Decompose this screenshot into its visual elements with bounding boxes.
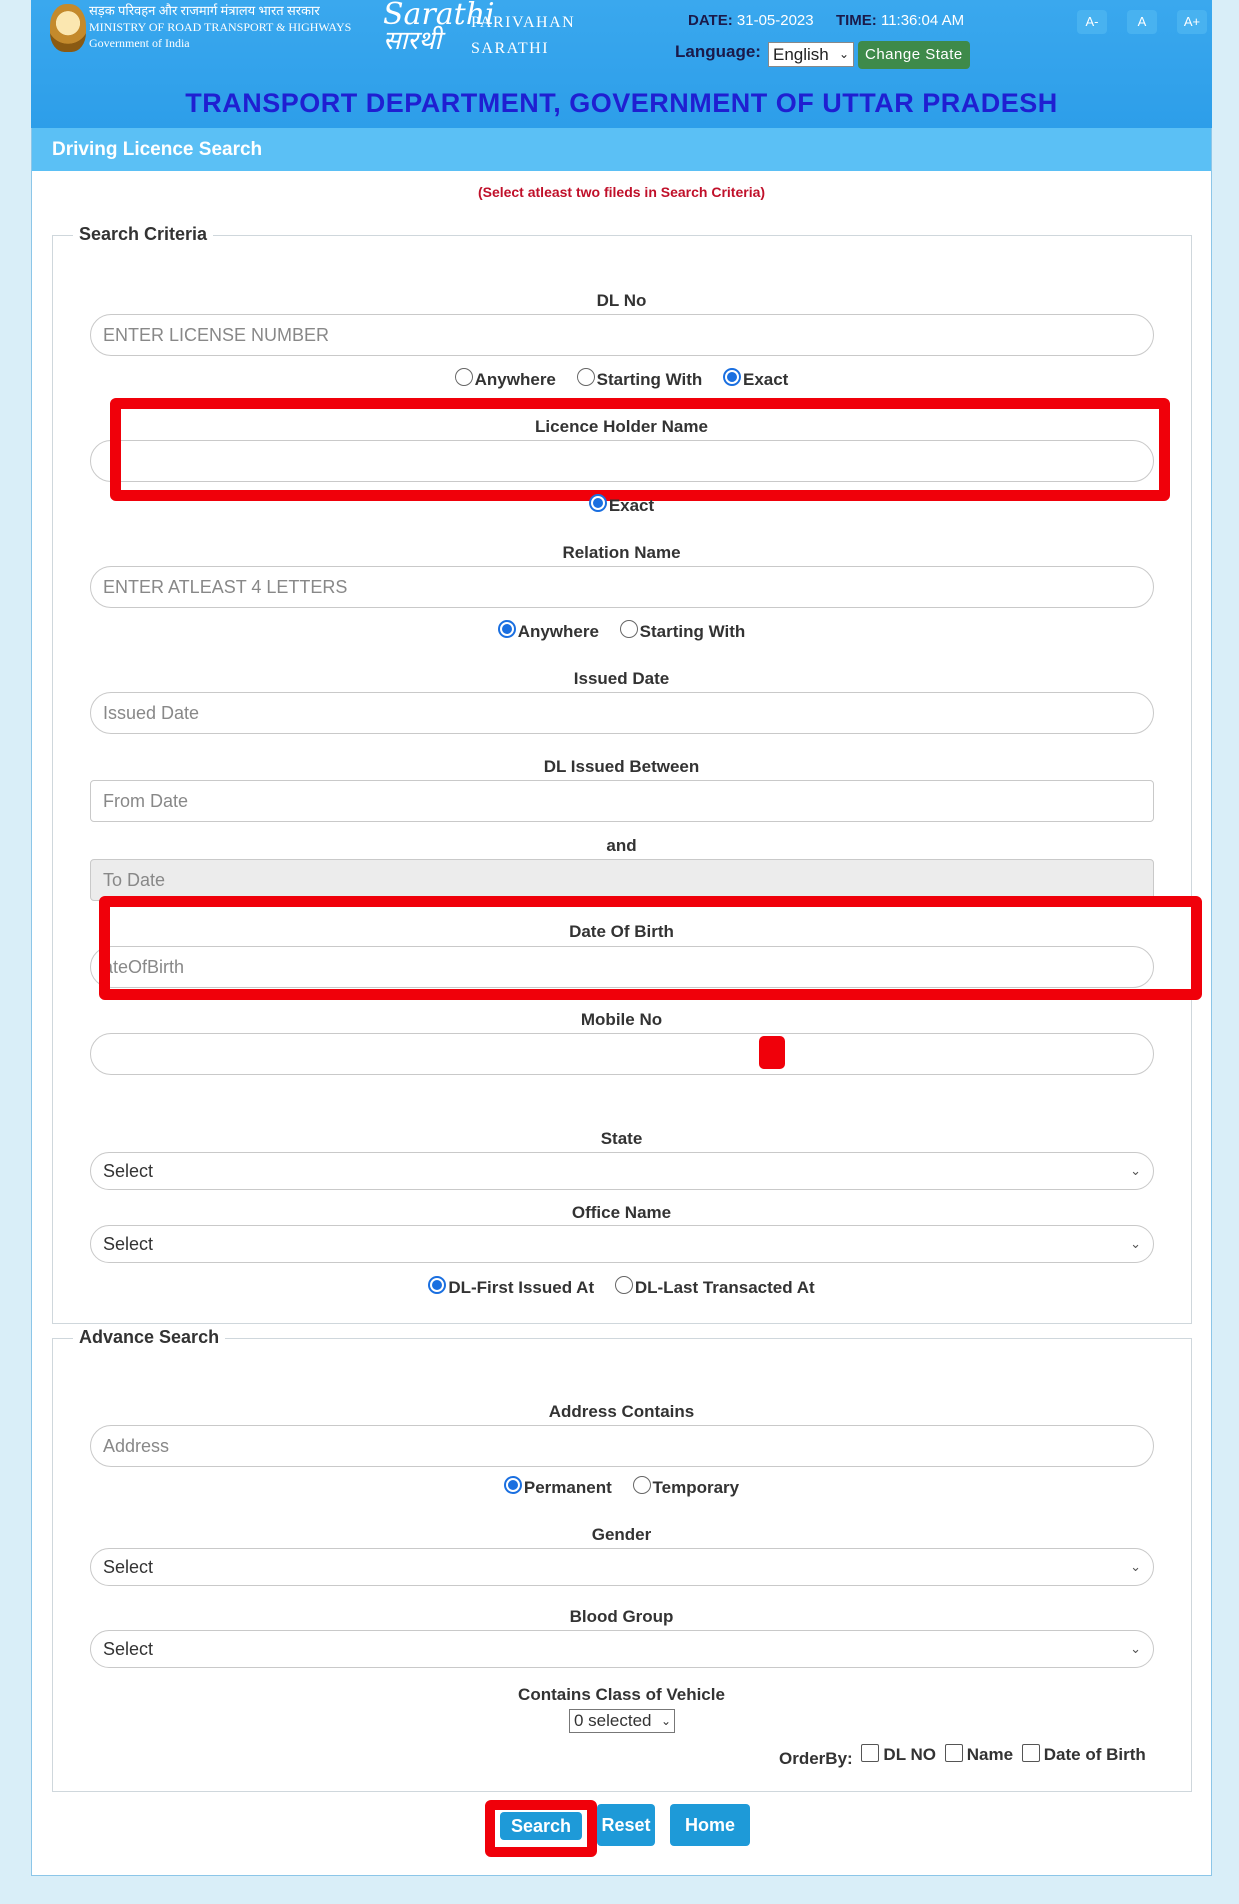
issued-date-input[interactable]: Issued Date bbox=[90, 692, 1154, 734]
ministry-english: MINISTRY OF ROAD TRANSPORT & HIGHWAYS bbox=[89, 20, 352, 34]
change-state-button[interactable]: Change State bbox=[858, 41, 970, 69]
and-label: and bbox=[606, 836, 637, 855]
order-by: OrderBy: DL NO Name Date of Birth bbox=[779, 1744, 1146, 1769]
dl-match-starting-with[interactable]: Starting With bbox=[576, 368, 702, 390]
order-by-name[interactable]: Name bbox=[944, 1744, 1013, 1765]
relation-match-anywhere[interactable]: Anywhere bbox=[497, 620, 599, 642]
dl-no-input[interactable]: ENTER LICENSE NUMBER bbox=[90, 314, 1154, 356]
language-select[interactable]: English ⌄ bbox=[768, 42, 854, 67]
panel-title: Driving Licence Search bbox=[32, 128, 1211, 171]
state-label: State bbox=[600, 1129, 643, 1148]
state-value: Select bbox=[103, 1161, 154, 1181]
national-emblem-icon bbox=[50, 4, 86, 52]
issued-date-label: Issued Date bbox=[573, 669, 670, 688]
page: सड़क परिवहन और राजमार्ग मंत्रालय भारत सर… bbox=[31, 0, 1212, 1904]
brand-text: PARIVAHAN SARATHI bbox=[471, 10, 575, 62]
relation-name-label: Relation Name bbox=[562, 543, 681, 562]
chevron-down-icon: ⌄ bbox=[1130, 1641, 1141, 1656]
reset-button[interactable]: Reset bbox=[597, 1804, 655, 1846]
chevron-down-icon: ⌄ bbox=[1130, 1236, 1141, 1251]
dl-no-label: DL No bbox=[596, 291, 647, 310]
dl-match-anywhere[interactable]: Anywhere bbox=[454, 368, 556, 390]
address-input[interactable]: Address bbox=[90, 1425, 1154, 1467]
blood-group-select[interactable]: Select ⌄ bbox=[90, 1630, 1154, 1668]
state-select[interactable]: Select ⌄ bbox=[90, 1152, 1154, 1190]
address-type-options: Permanent Temporary bbox=[32, 1476, 1211, 1502]
chevron-down-icon: ⌄ bbox=[1130, 1163, 1141, 1178]
date-label: DATE: bbox=[688, 12, 733, 29]
chevron-down-icon: ⌄ bbox=[838, 47, 849, 61]
mobile-input[interactable] bbox=[90, 1033, 1154, 1075]
date-value: 31-05-2023 bbox=[736, 12, 814, 29]
issued-between-label: DL Issued Between bbox=[543, 757, 700, 776]
sarathi-logo[interactable]: Sarathi सारथी bbox=[383, 0, 495, 58]
order-by-label: OrderBy: bbox=[779, 1749, 853, 1768]
address-permanent[interactable]: Permanent bbox=[503, 1476, 612, 1498]
order-by-dob[interactable]: Date of Birth bbox=[1021, 1744, 1146, 1765]
department-title: TRANSPORT DEPARTMENT, GOVERNMENT OF UTTA… bbox=[185, 88, 1058, 118]
language-label: Language: bbox=[675, 42, 761, 61]
search-form-container: Driving Licence Search (Select atleast t… bbox=[31, 128, 1212, 1876]
brand-line-1: PARIVAHAN bbox=[471, 14, 576, 31]
blood-group-value: Select bbox=[103, 1639, 154, 1659]
relation-match-starting-with[interactable]: Starting With bbox=[619, 620, 745, 642]
cov-label: Contains Class of Vehicle bbox=[518, 1685, 725, 1704]
ministry-block: सड़क परिवहन और राजमार्ग मंत्रालय भारत सर… bbox=[89, 3, 351, 51]
search-button[interactable]: Search bbox=[500, 1812, 582, 1840]
cov-multiselect[interactable]: 0 selected ⌄ bbox=[569, 1709, 675, 1733]
to-date-input[interactable]: To Date bbox=[90, 859, 1154, 901]
chevron-down-icon: ⌄ bbox=[660, 1714, 671, 1728]
highlight-dob bbox=[99, 896, 1202, 1000]
address-temporary[interactable]: Temporary bbox=[632, 1476, 739, 1498]
advance-search-legend: Advance Search bbox=[73, 1327, 226, 1348]
gender-select[interactable]: Select ⌄ bbox=[90, 1548, 1154, 1586]
cov-value: 0 selected bbox=[574, 1711, 652, 1730]
font-decrease-button[interactable]: A- bbox=[1077, 10, 1107, 34]
site-header: सड़क परिवहन और राजमार्ग मंत्रालय भारत सर… bbox=[31, 0, 1212, 128]
blood-group-label: Blood Group bbox=[569, 1607, 674, 1626]
gender-label: Gender bbox=[591, 1525, 652, 1544]
address-label: Address Contains bbox=[548, 1402, 695, 1421]
logo-english: Sarathi bbox=[383, 0, 495, 32]
office-value: Select bbox=[103, 1234, 154, 1254]
highlight-holder-name bbox=[110, 398, 1170, 501]
date-time: DATE: 31-05-2023 TIME: 11:36:04 AM bbox=[688, 12, 964, 29]
language-value: English bbox=[773, 45, 829, 64]
relation-match-options: Anywhere Starting With bbox=[32, 620, 1211, 646]
home-button[interactable]: Home bbox=[670, 1804, 750, 1846]
time-value: 11:36:04 AM bbox=[880, 12, 965, 29]
brand-line-2: SARATHI bbox=[471, 40, 550, 57]
dl-match-options: Anywhere Starting With Exact bbox=[32, 368, 1211, 394]
office-first-issued[interactable]: DL-First Issued At bbox=[428, 1276, 594, 1298]
office-last-transacted[interactable]: DL-Last Transacted At bbox=[614, 1276, 815, 1298]
government-of-india: Government of India bbox=[89, 36, 190, 50]
ministry-hindi: सड़क परिवहन और राजमार्ग मंत्रालय भारत सर… bbox=[89, 3, 320, 18]
red-marker bbox=[759, 1036, 785, 1069]
mobile-label: Mobile No bbox=[580, 1010, 663, 1029]
time-label: TIME: bbox=[835, 12, 877, 29]
office-select[interactable]: Select ⌄ bbox=[90, 1225, 1154, 1263]
search-criteria-legend: Search Criteria bbox=[73, 224, 214, 245]
holder-match-options: Exact bbox=[32, 494, 1211, 520]
font-normal-button[interactable]: A bbox=[1127, 10, 1157, 34]
holder-match-exact[interactable]: Exact bbox=[588, 494, 654, 516]
chevron-down-icon: ⌄ bbox=[1130, 1559, 1141, 1574]
dl-match-exact[interactable]: Exact bbox=[722, 368, 788, 390]
office-label: Office Name bbox=[571, 1203, 672, 1222]
relation-name-input[interactable]: ENTER ATLEAST 4 LETTERS bbox=[90, 566, 1154, 608]
office-match-options: DL-First Issued At DL-Last Transacted At bbox=[32, 1276, 1211, 1302]
criteria-note: (Select atleast two fileds in Search Cri… bbox=[477, 184, 766, 200]
gender-value: Select bbox=[103, 1557, 154, 1577]
from-date-input[interactable]: From Date bbox=[90, 780, 1154, 822]
order-by-dl-no[interactable]: DL NO bbox=[861, 1744, 936, 1765]
font-increase-button[interactable]: A+ bbox=[1177, 10, 1207, 34]
